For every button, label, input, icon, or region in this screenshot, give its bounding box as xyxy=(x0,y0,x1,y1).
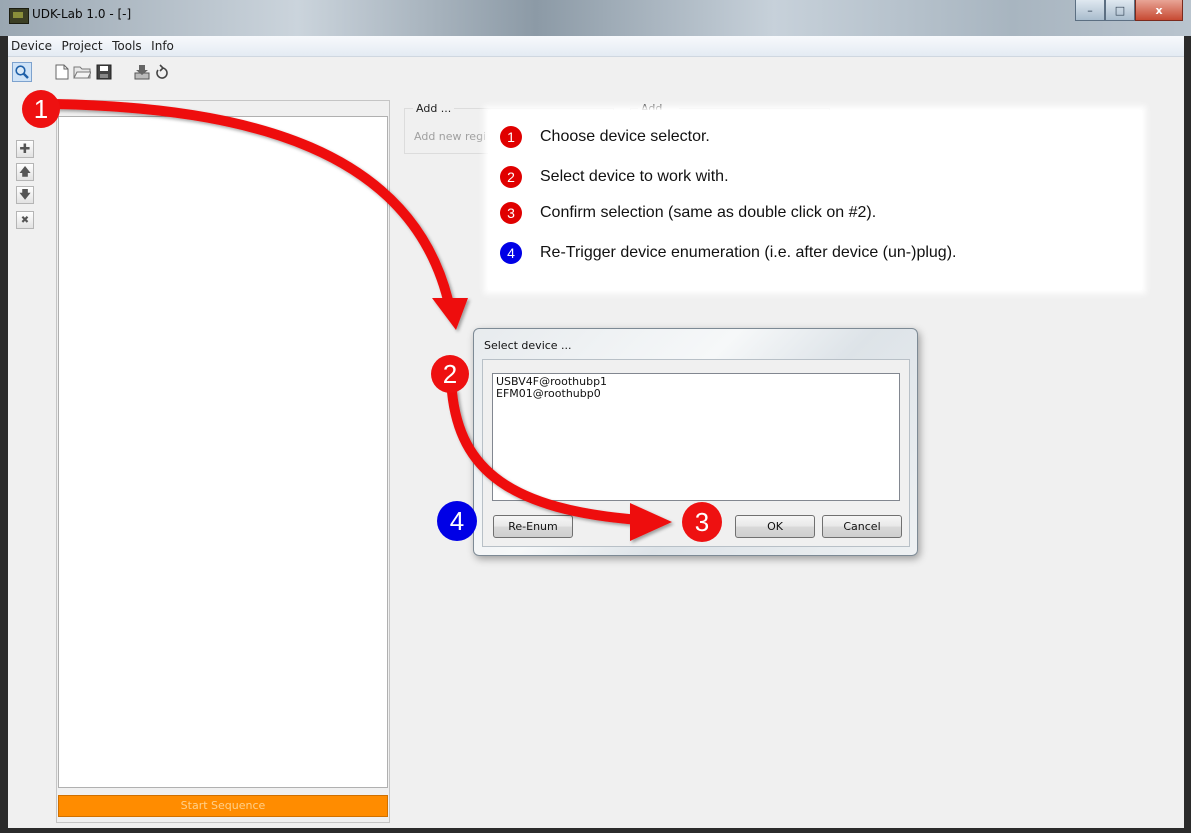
arrow-2-to-3 xyxy=(447,387,645,525)
marker-4: 4 xyxy=(437,501,477,541)
marker-2: 2 xyxy=(431,355,469,393)
marker-3: 3 xyxy=(682,502,722,542)
annotation-arrows xyxy=(50,99,672,541)
arrow-1-to-2 xyxy=(50,99,453,305)
arrow-1-head xyxy=(432,298,468,330)
marker-1: 1 xyxy=(22,90,60,128)
arrow-2-head xyxy=(630,503,672,541)
